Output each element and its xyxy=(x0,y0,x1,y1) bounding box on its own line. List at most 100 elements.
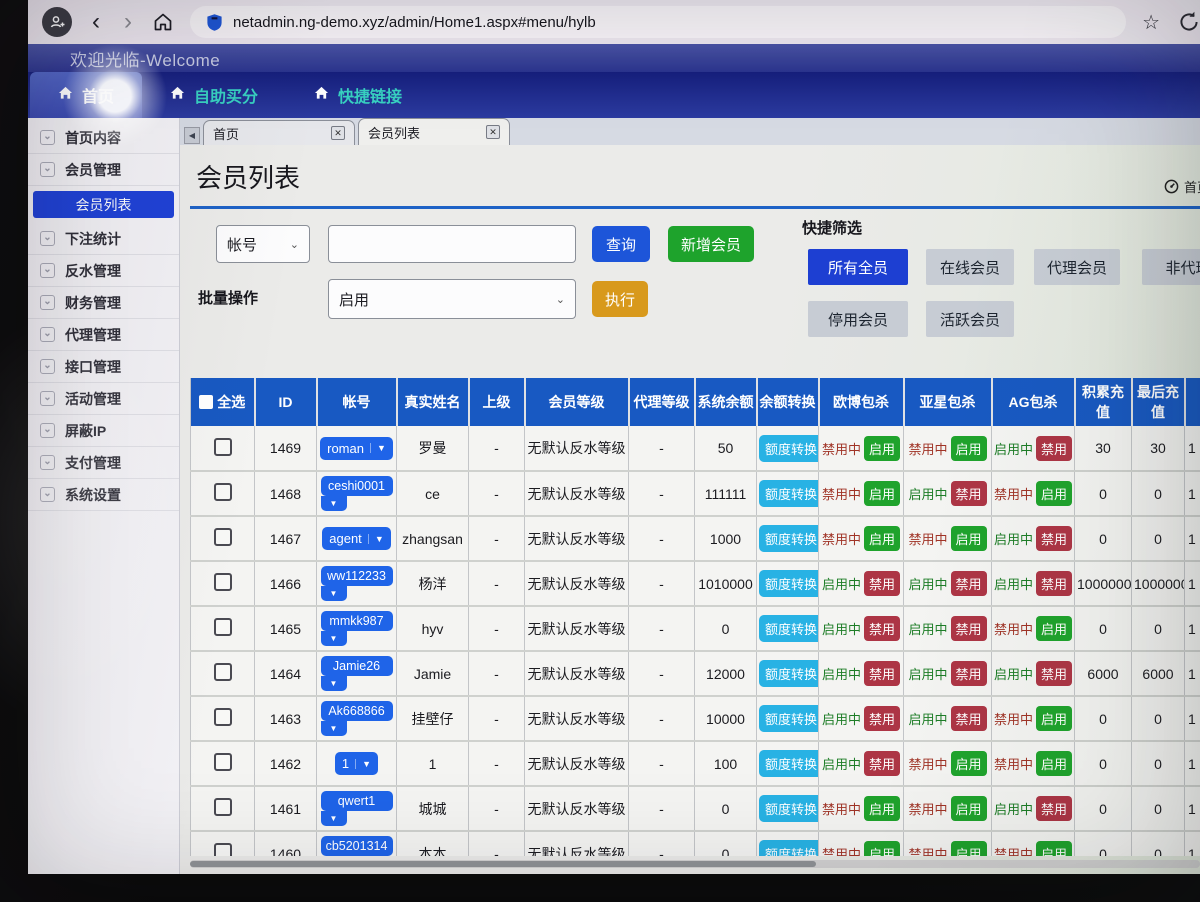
ag-disable-button[interactable]: 禁用 xyxy=(1036,796,1072,821)
sidebar-subitem-会员列表[interactable]: 会员列表 xyxy=(33,191,174,218)
sidebar-item-会员管理[interactable]: ⌄会员管理 xyxy=(28,154,179,186)
yaxing-disable-button[interactable]: 禁用 xyxy=(951,661,987,686)
oubo-disable-button[interactable]: 禁用 xyxy=(864,661,900,686)
row-checkbox[interactable] xyxy=(214,708,232,726)
reload-icon[interactable] xyxy=(1176,9,1200,35)
account-badge[interactable]: 1▼ xyxy=(335,752,378,775)
topnav-tab-快捷链接[interactable]: 快捷链接 xyxy=(286,72,430,118)
doc-tab-首页[interactable]: 首页✕ xyxy=(203,120,355,145)
close-icon[interactable]: ✕ xyxy=(331,126,345,140)
topnav-tab-首页[interactable]: 首页 xyxy=(30,72,142,118)
account-badge[interactable]: agent▼ xyxy=(322,527,390,550)
yaxing-enable-button[interactable]: 启用 xyxy=(951,436,987,461)
oubo-enable-button[interactable]: 启用 xyxy=(864,841,900,856)
ag-disable-button[interactable]: 禁用 xyxy=(1036,436,1072,461)
yaxing-disable-button[interactable]: 禁用 xyxy=(951,571,987,596)
row-checkbox[interactable] xyxy=(214,483,232,501)
yaxing-disable-button[interactable]: 禁用 xyxy=(951,616,987,641)
oubo-enable-button[interactable]: 启用 xyxy=(864,481,900,506)
tab-scroll-left-button[interactable]: ◀ xyxy=(184,127,200,144)
yaxing-enable-button[interactable]: 启用 xyxy=(951,526,987,551)
ag-enable-button[interactable]: 启用 xyxy=(1036,616,1072,641)
account-badge[interactable]: roman▼ xyxy=(320,437,393,460)
address-bar[interactable]: netadmin.ng-demo.xyz/admin/Home1.aspx#me… xyxy=(190,6,1126,38)
back-icon[interactable]: ‹ xyxy=(88,10,104,34)
ag-enable-button[interactable]: 启用 xyxy=(1036,481,1072,506)
row-checkbox[interactable] xyxy=(214,753,232,771)
ag-enable-button[interactable]: 启用 xyxy=(1036,751,1072,776)
oubo-enable-button[interactable]: 启用 xyxy=(864,436,900,461)
caret-down-icon[interactable]: ▼ xyxy=(321,721,347,736)
caret-down-icon[interactable]: ▼ xyxy=(321,496,347,511)
oubo-disable-button[interactable]: 禁用 xyxy=(864,616,900,641)
doc-tab-会员列表[interactable]: 会员列表✕ xyxy=(358,118,510,145)
row-checkbox[interactable] xyxy=(214,528,232,546)
yaxing-enable-button[interactable]: 启用 xyxy=(951,796,987,821)
row-checkbox[interactable] xyxy=(214,573,232,591)
quick-filter-活跃会员[interactable]: 活跃会员 xyxy=(926,301,1014,337)
row-checkbox[interactable] xyxy=(214,843,232,856)
scrollbar-thumb[interactable] xyxy=(190,861,816,867)
account-badge[interactable]: ww112233▼ xyxy=(321,566,393,601)
sidebar-item-下注统计[interactable]: ⌄下注统计 xyxy=(28,223,179,255)
transfer-quota-button[interactable]: 额度转换 xyxy=(759,480,819,507)
quick-filter-非代理[interactable]: 非代理 xyxy=(1142,249,1200,285)
batch-operation-select[interactable]: 启用 ⌄ xyxy=(328,279,576,319)
account-badge[interactable]: qwert1▼ xyxy=(321,791,393,826)
oubo-enable-button[interactable]: 启用 xyxy=(864,526,900,551)
select-all-checkbox[interactable] xyxy=(199,395,213,409)
quick-filter-代理会员[interactable]: 代理会员 xyxy=(1034,249,1120,285)
forward-icon[interactable]: › xyxy=(120,10,136,34)
oubo-disable-button[interactable]: 禁用 xyxy=(864,751,900,776)
caret-down-icon[interactable]: ▼ xyxy=(321,676,347,691)
oubo-disable-button[interactable]: 禁用 xyxy=(864,571,900,596)
sidebar-item-反水管理[interactable]: ⌄反水管理 xyxy=(28,255,179,287)
ag-disable-button[interactable]: 禁用 xyxy=(1036,571,1072,596)
browser-home-icon[interactable] xyxy=(152,11,174,33)
sidebar-item-活动管理[interactable]: ⌄活动管理 xyxy=(28,383,179,415)
sidebar-item-财务管理[interactable]: ⌄财务管理 xyxy=(28,287,179,319)
close-icon[interactable]: ✕ xyxy=(486,125,500,139)
horizontal-scrollbar[interactable] xyxy=(190,860,1200,868)
caret-down-icon[interactable]: ▼ xyxy=(321,586,347,601)
quick-filter-所有全员[interactable]: 所有全员 xyxy=(808,249,908,285)
ag-disable-button[interactable]: 禁用 xyxy=(1036,526,1072,551)
row-checkbox[interactable] xyxy=(214,798,232,816)
transfer-quota-button[interactable]: 额度转换 xyxy=(759,795,819,822)
transfer-quota-button[interactable]: 额度转换 xyxy=(759,840,819,856)
account-badge[interactable]: mmkk987▼ xyxy=(321,611,393,646)
sidebar-item-支付管理[interactable]: ⌄支付管理 xyxy=(28,447,179,479)
add-member-button[interactable]: 新增会员 xyxy=(668,226,754,262)
search-button[interactable]: 查询 xyxy=(592,226,650,262)
yaxing-enable-button[interactable]: 启用 xyxy=(951,751,987,776)
yaxing-enable-button[interactable]: 启用 xyxy=(951,841,987,856)
transfer-quota-button[interactable]: 额度转换 xyxy=(759,615,819,642)
sidebar-item-屏蔽IP[interactable]: ⌄屏蔽IP xyxy=(28,415,179,447)
oubo-disable-button[interactable]: 禁用 xyxy=(864,706,900,731)
caret-down-icon[interactable]: ▼ xyxy=(321,811,347,826)
transfer-quota-button[interactable]: 额度转换 xyxy=(759,570,819,597)
transfer-quota-button[interactable]: 额度转换 xyxy=(759,435,819,462)
sidebar-item-代理管理[interactable]: ⌄代理管理 xyxy=(28,319,179,351)
sidebar-item-接口管理[interactable]: ⌄接口管理 xyxy=(28,351,179,383)
account-badge[interactable]: cb5201314▼ xyxy=(321,836,393,856)
quick-filter-停用会员[interactable]: 停用会员 xyxy=(808,301,908,337)
bookmark-star-icon[interactable]: ☆ xyxy=(1142,10,1160,35)
transfer-quota-button[interactable]: 额度转换 xyxy=(759,660,819,687)
quick-filter-在线会员[interactable]: 在线会员 xyxy=(926,249,1014,285)
transfer-quota-button[interactable]: 额度转换 xyxy=(759,525,819,552)
ag-enable-button[interactable]: 启用 xyxy=(1036,841,1072,856)
search-input[interactable] xyxy=(328,225,576,263)
caret-down-icon[interactable]: ▼ xyxy=(321,631,347,646)
yaxing-disable-button[interactable]: 禁用 xyxy=(951,481,987,506)
ag-enable-button[interactable]: 启用 xyxy=(1036,706,1072,731)
account-badge[interactable]: ceshi0001▼ xyxy=(321,476,393,511)
search-field-select[interactable]: 帐号 ⌄ xyxy=(216,225,310,263)
sidebar-item-系统设置[interactable]: ⌄系统设置 xyxy=(28,479,179,511)
breadcrumb-label[interactable]: 首页 xyxy=(1184,177,1200,196)
account-badge[interactable]: Jamie26▼ xyxy=(321,656,393,691)
transfer-quota-button[interactable]: 额度转换 xyxy=(759,705,819,732)
row-checkbox[interactable] xyxy=(214,663,232,681)
account-badge[interactable]: Ak668866▼ xyxy=(321,701,393,736)
oubo-enable-button[interactable]: 启用 xyxy=(864,796,900,821)
